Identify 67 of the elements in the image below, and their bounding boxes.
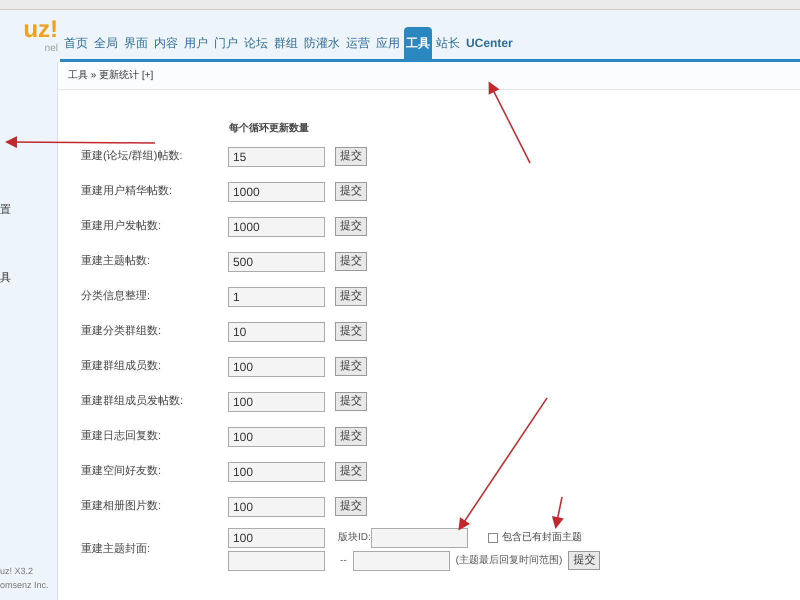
field-label: 重建分类群组数: xyxy=(81,324,162,340)
nav-tab[interactable]: 防灌水 xyxy=(302,27,342,59)
checkbox[interactable] xyxy=(488,532,498,542)
breadcrumb[interactable]: 工具 » 更新统计 [+] xyxy=(68,68,154,83)
submit-button[interactable]: 提交 xyxy=(335,462,367,481)
nav-tab[interactable]: 首页 xyxy=(62,27,90,59)
submit-button[interactable]: 提交 xyxy=(335,287,367,306)
input-field[interactable]: 100 xyxy=(228,496,325,516)
submit-button[interactable]: 提交 xyxy=(335,427,367,446)
field-label: 重建主题帖数: xyxy=(81,254,152,270)
field-label: 重建日志回复数: xyxy=(81,428,162,444)
submit-button[interactable]: 提交 xyxy=(335,252,367,271)
field-label: 重建用户发帖数: xyxy=(81,218,162,234)
input-field[interactable] xyxy=(228,550,325,570)
input-field[interactable]: 100 xyxy=(228,528,325,548)
sidebar-item[interactable]: 具 xyxy=(0,270,57,338)
nav-tab[interactable]: 内容 xyxy=(152,27,180,59)
column-header: 每个循环更新数量 xyxy=(229,123,309,134)
hint-text: (主题最后回复时间范围) xyxy=(456,554,562,568)
input-field[interactable] xyxy=(352,550,450,570)
field-label: 重建(论坛/群组)帖数: xyxy=(81,149,184,164)
nav-tab[interactable]: UCenter xyxy=(464,27,515,59)
version-text: uz! X3.2 xyxy=(0,565,34,578)
input-field[interactable]: 1000 xyxy=(228,216,325,236)
checkbox-label: 包含已有封面主题 xyxy=(502,530,582,545)
input-field[interactable]: 500 xyxy=(228,252,325,272)
logo: uz! xyxy=(23,18,58,42)
annotation-arrow xyxy=(552,496,564,529)
input-field[interactable]: 15 xyxy=(228,146,325,166)
submit-button[interactable]: 提交 xyxy=(568,551,600,570)
nav-tab[interactable]: 门户 xyxy=(212,27,240,59)
range-separator: -- xyxy=(340,554,347,568)
submit-button[interactable]: 提交 xyxy=(335,357,367,376)
nav-tab[interactable]: 全局 xyxy=(92,27,120,59)
nav-tab[interactable]: 群组 xyxy=(272,27,300,59)
field-label: 重建群组成员数: xyxy=(81,359,162,374)
nav-tab[interactable]: 应用 xyxy=(374,27,402,59)
submit-button[interactable]: 提交 xyxy=(335,392,367,411)
field-label: 重建用户精华帖数: xyxy=(81,184,174,200)
field-label: 重建群组成员发帖数: xyxy=(81,394,184,410)
input-field[interactable]: 1 xyxy=(228,286,325,306)
submit-button[interactable]: 提交 xyxy=(335,217,367,236)
field-label: 版块ID: xyxy=(338,530,371,545)
input-field[interactable]: 10 xyxy=(228,322,325,342)
submit-button[interactable]: 提交 xyxy=(335,147,367,166)
field-label: 重建主题封面: xyxy=(81,542,152,557)
input-field[interactable] xyxy=(370,528,468,548)
nav-tab[interactable]: 工具 xyxy=(404,27,432,59)
logo-subtitle: nel xyxy=(44,44,58,54)
input-field[interactable]: 100 xyxy=(228,356,325,376)
input-field[interactable]: 100 xyxy=(228,462,325,482)
nav-tab[interactable]: 用户 xyxy=(182,27,210,59)
submit-button[interactable]: 提交 xyxy=(335,322,367,341)
nav-tab[interactable]: 站长 xyxy=(434,27,462,59)
nav-tab[interactable]: 界面 xyxy=(122,27,150,59)
sidebar-item[interactable]: 置 xyxy=(0,202,57,270)
field-label: 重建相册图片数: xyxy=(81,499,162,514)
field-label: 分类信息整理: xyxy=(81,289,152,304)
input-field[interactable]: 100 xyxy=(228,392,325,412)
field-label: 重建空间好友数: xyxy=(81,464,162,480)
nav-tab[interactable]: 论坛 xyxy=(242,27,270,59)
input-field[interactable]: 100 xyxy=(228,426,325,446)
submit-button[interactable]: 提交 xyxy=(335,497,367,516)
input-field[interactable]: 1000 xyxy=(228,182,325,202)
copyright-text: omsenz Inc. xyxy=(0,578,50,592)
submit-button[interactable]: 提交 xyxy=(335,182,367,201)
nav-tab[interactable]: 运营 xyxy=(344,27,372,59)
